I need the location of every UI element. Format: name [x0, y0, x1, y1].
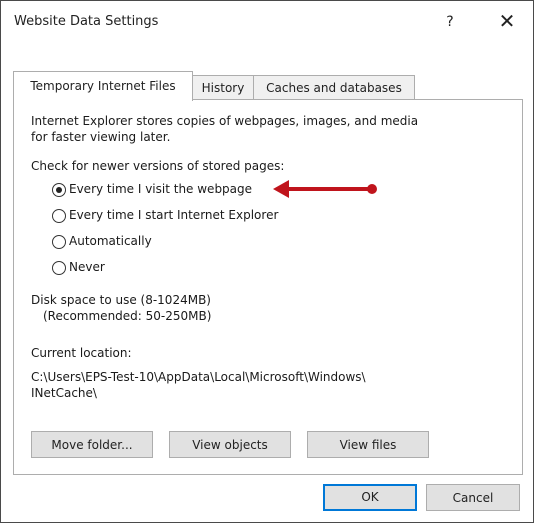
radio-button[interactable] [52, 235, 66, 249]
location-path-line-1: C:\Users\EPS-Test-10\AppData\Local\Micro… [31, 370, 366, 384]
radio-label: Every time I visit the webpage [69, 182, 253, 196]
description-line-2: for faster viewing later. [31, 130, 171, 144]
tab-history[interactable]: History [192, 75, 254, 100]
help-button[interactable]: ? [439, 11, 461, 33]
tab-temporary-internet-files[interactable]: Temporary Internet Files [13, 71, 193, 101]
website-data-settings-dialog: Website Data Settings ? ✕ Temporary Inte… [0, 0, 534, 523]
view-objects-button[interactable]: View objects [169, 431, 291, 458]
tab-caches-and-databases[interactable]: Caches and databases [253, 75, 415, 100]
radio-label: Never [69, 260, 105, 274]
radio-label: Every time I start Internet Explorer [69, 208, 279, 222]
close-button[interactable]: ✕ [495, 9, 519, 33]
cancel-button[interactable]: Cancel [426, 484, 520, 511]
move-folder-button[interactable]: Move folder... [31, 431, 153, 458]
title-bar: Website Data Settings ? ✕ [1, 1, 533, 41]
current-location-label: Current location: [31, 346, 132, 360]
ok-button[interactable]: OK [323, 484, 417, 511]
dialog-title: Website Data Settings [14, 14, 159, 29]
tab-panel: Internet Explorer stores copies of webpa… [13, 99, 523, 475]
radio-option-every-start[interactable]: Every time I start Internet Explorer [52, 207, 332, 225]
view-files-button[interactable]: View files [307, 431, 429, 458]
annotation-arrow-icon [273, 180, 377, 198]
check-newer-versions-label: Check for newer versions of stored pages… [31, 159, 285, 173]
disk-space-recommended-label: (Recommended: 50-250MB) [43, 309, 212, 323]
radio-option-never[interactable]: Never [52, 259, 172, 277]
radio-option-automatically[interactable]: Automatically [52, 233, 212, 251]
location-path-line-2: INetCache\ [31, 386, 97, 400]
radio-button-selected[interactable] [52, 183, 66, 197]
description-line-1: Internet Explorer stores copies of webpa… [31, 114, 419, 128]
radio-label: Automatically [69, 234, 152, 248]
radio-button[interactable] [52, 209, 66, 223]
disk-space-label: Disk space to use (8-1024MB) [31, 293, 211, 307]
radio-button[interactable] [52, 261, 66, 275]
